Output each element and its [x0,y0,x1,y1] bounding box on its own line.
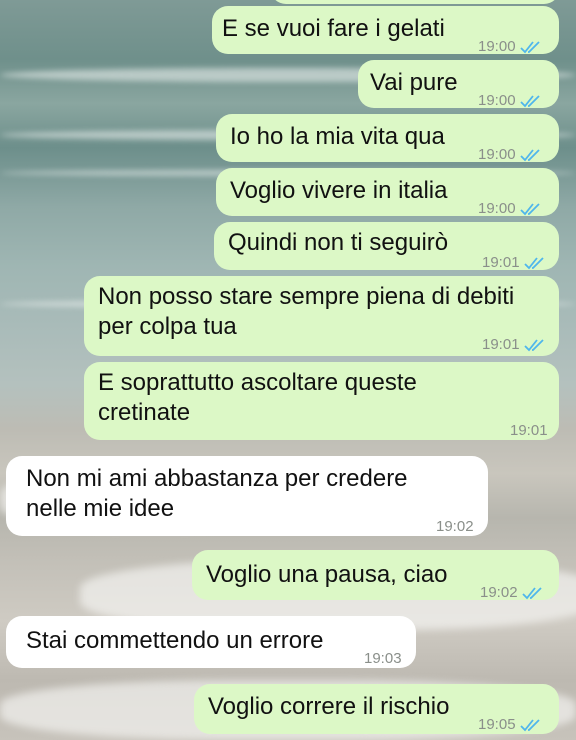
message-time: 19:01 [482,336,520,353]
message-meta: 19:01 [482,248,546,278]
message-meta: 19:00 [478,194,542,224]
previous-message-edge [270,0,560,4]
message-time: 19:01 [482,254,520,271]
message-text: Stai commettendo un errore [26,627,324,654]
message-outgoing[interactable]: Io ho la mia vita qua 19:00 [216,114,559,163]
message-text: Vai pure [370,69,458,96]
double-check-icon [519,718,542,732]
message-text-line: Non posso stare sempre piena di debiti [98,283,515,310]
message-outgoing[interactable]: Quindi non ti seguirò 19:01 [214,222,559,271]
message-text: Voglio una pausa, ciao [206,561,448,588]
message-time: 19:02 [436,518,474,535]
message-meta: 19:00 [478,140,542,170]
double-check-icon [519,94,542,108]
double-check-icon [523,256,546,270]
message-text-line: Non mi ami abbastanza per credere [26,465,408,492]
message-time: 19:00 [478,200,516,217]
message-meta: 19:03 [364,644,402,674]
message-text: Voglio vivere in italia [230,177,448,204]
double-check-icon [519,40,542,54]
message-outgoing[interactable]: Voglio correre il rischio 19:05 [194,684,559,734]
message-meta: 19:05 [478,710,542,740]
message-meta: 19:02 [480,578,544,608]
message-incoming[interactable]: Non mi ami abbastanza per credere nelle … [6,456,488,536]
double-check-icon [521,586,544,600]
message-text-line: per colpa tua [98,313,237,340]
message-time: 19:03 [364,650,402,667]
message-text: Io ho la mia vita qua [230,123,445,150]
message-meta: 19:02 [436,512,474,542]
message-meta: 19:00 [478,32,542,62]
message-time: 19:05 [478,716,516,733]
message-outgoing[interactable]: Voglio una pausa, ciao 19:02 [192,550,559,601]
message-meta: 19:01 [482,330,546,360]
message-time: 19:01 [510,422,548,439]
message-text: Quindi non ti seguirò [228,229,449,256]
message-time: 19:00 [478,146,516,163]
message-outgoing[interactable]: Vai pure 19:00 [358,60,559,109]
message-text-line: nelle mie idee [26,495,175,522]
message-text: Voglio correre il rischio [208,693,450,720]
double-check-icon [523,338,546,352]
message-text-line: cretinate [98,399,191,426]
message-outgoing[interactable]: Voglio vivere in italia 19:00 [216,168,559,217]
message-time: 19:02 [480,584,518,601]
double-check-icon [519,202,542,216]
message-outgoing[interactable]: Non posso stare sempre piena di debiti p… [84,276,559,356]
message-meta: 19:01 [510,416,548,446]
double-check-icon [519,148,542,162]
message-incoming[interactable]: Stai commettendo un errore 19:03 [6,616,416,668]
message-outgoing[interactable]: E soprattutto ascoltare queste cretinate… [84,362,559,440]
message-meta: 19:00 [478,86,542,116]
message-text: E se vuoi fare i gelati [222,15,445,42]
message-time: 19:00 [478,38,516,55]
message-text-line: E soprattutto ascoltare queste [98,369,417,396]
message-time: 19:00 [478,92,516,109]
message-outgoing[interactable]: E se vuoi fare i gelati 19:00 [212,6,559,55]
